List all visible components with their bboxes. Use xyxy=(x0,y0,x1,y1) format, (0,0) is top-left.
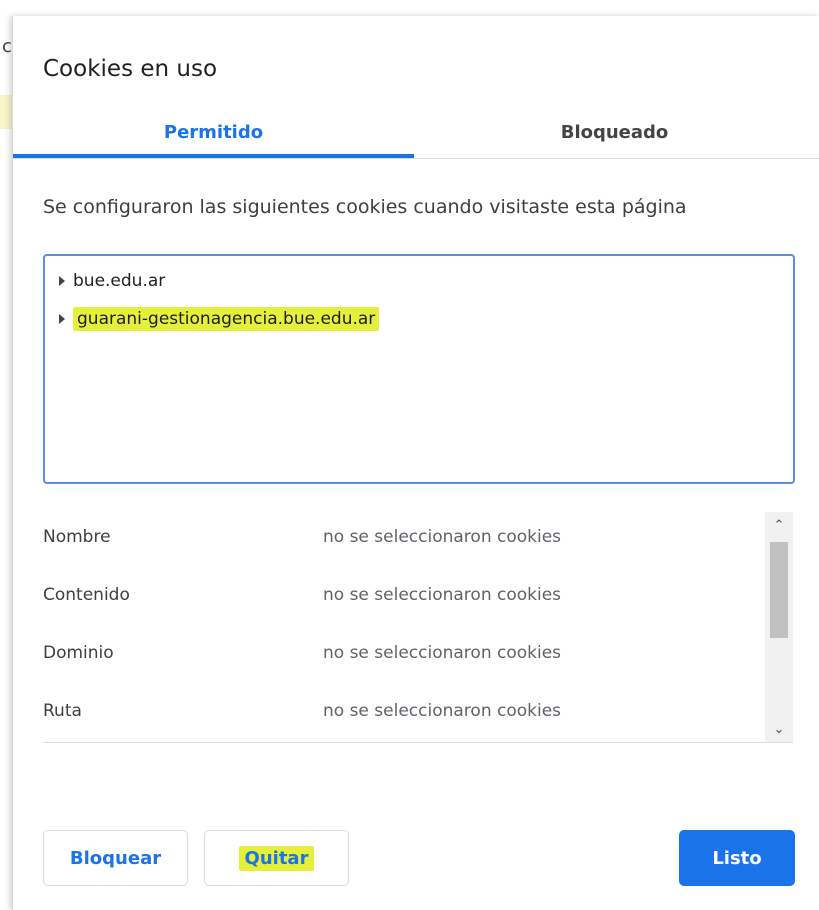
detail-label: Dominio xyxy=(43,643,114,663)
block-button[interactable]: Bloquear xyxy=(43,830,188,886)
detail-value: no se seleccionaron cookies xyxy=(323,701,562,721)
remove-button[interactable]: Quitar xyxy=(204,830,349,886)
detail-label: Nombre xyxy=(43,527,111,547)
tab-permitido[interactable]: Permitido xyxy=(13,106,414,158)
background-partial-text: c xyxy=(2,36,12,57)
detail-label: Ruta xyxy=(43,701,82,721)
dialog-title: Cookies en uso xyxy=(43,56,218,82)
active-tab-indicator xyxy=(13,154,414,158)
detail-row-contenido: Contenido no se seleccionaron cookies xyxy=(43,580,743,610)
tab-bar: Permitido Bloqueado xyxy=(13,106,819,159)
cookie-tree[interactable]: bue.edu.ar guarani-gestionagencia.bue.ed… xyxy=(43,254,795,484)
tab-bloqueado[interactable]: Bloqueado xyxy=(414,106,815,158)
remove-button-label: Quitar xyxy=(238,845,315,871)
tree-item-bue-edu-ar[interactable]: bue.edu.ar xyxy=(59,266,165,296)
detail-value: no se seleccionaron cookies xyxy=(323,527,562,547)
detail-row-dominio: Dominio no se seleccionaron cookies xyxy=(43,638,743,668)
tree-item-label: guarani-gestionagencia.bue.edu.ar xyxy=(73,307,380,331)
scroll-down-icon[interactable]: ⌄ xyxy=(765,716,793,742)
expand-arrow-icon[interactable] xyxy=(59,276,65,286)
details-scrollbar[interactable]: ⌃ ⌄ xyxy=(765,512,793,742)
detail-row-ruta: Ruta no se seleccionaron cookies xyxy=(43,696,743,726)
scroll-up-icon[interactable]: ⌃ xyxy=(765,512,793,538)
detail-value: no se seleccionaron cookies xyxy=(323,585,562,605)
background-page-edge: c xyxy=(0,0,12,910)
expand-arrow-icon[interactable] xyxy=(59,314,65,324)
cookies-description: Se configuraron las siguientes cookies c… xyxy=(43,196,687,218)
scroll-thumb[interactable] xyxy=(770,542,788,638)
done-button[interactable]: Listo xyxy=(679,830,795,886)
detail-row-nombre: Nombre no se seleccionaron cookies xyxy=(43,522,743,552)
tree-item-guarani[interactable]: guarani-gestionagencia.bue.edu.ar xyxy=(59,304,380,334)
cookie-details: Nombre no se seleccionaron cookies Conte… xyxy=(43,512,793,743)
detail-label: Contenido xyxy=(43,585,130,605)
detail-value: no se seleccionaron cookies xyxy=(323,643,562,663)
tree-item-label: bue.edu.ar xyxy=(73,271,166,291)
background-highlight xyxy=(0,95,12,129)
cookies-dialog: Cookies en uso Permitido Bloqueado Se co… xyxy=(12,16,819,910)
